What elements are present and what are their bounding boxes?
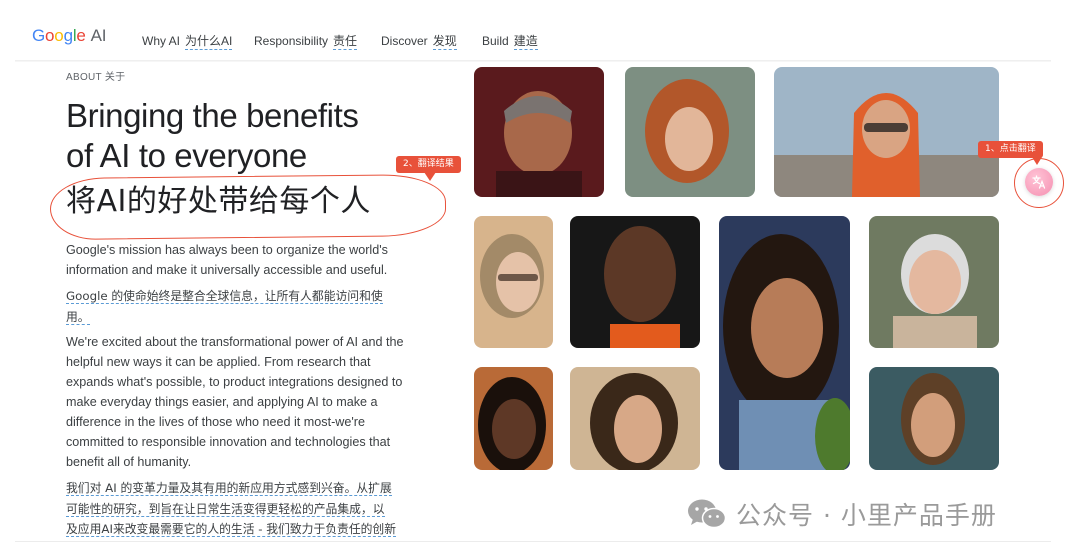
translate-result-tag-pointer <box>424 172 436 181</box>
portrait-photo-red-haired-person <box>625 67 755 197</box>
translate-result-tag: 2、翻译结果 <box>396 156 461 173</box>
nav-item-discover[interactable]: Discover 发现 <box>381 32 457 50</box>
wechat-icon <box>688 499 727 529</box>
ai-excitement-paragraph: We're excited about the transformational… <box>66 335 404 469</box>
mission-paragraph-translation: Google 的使命始终是整合全球信息，让所有人都能访问和使 用。 <box>66 289 383 325</box>
portrait-photo-woman-teal-background <box>869 367 999 470</box>
nav-item-responsibility[interactable]: Responsibility 责任 <box>254 32 358 50</box>
page-title: Bringing the benefits of AI to everyone <box>66 97 359 174</box>
click-translate-tag: 1、点击翻译 <box>978 141 1043 158</box>
portrait-photo-older-woman <box>869 216 999 348</box>
portrait-photo-dark-haired-woman <box>570 367 700 470</box>
portrait-photo-man <box>570 216 700 348</box>
eyebrow-label: ABOUT 关于 <box>66 72 126 83</box>
nav-item-build[interactable]: Build 建造 <box>482 32 538 50</box>
mission-paragraph: Google's mission has always been to orga… <box>66 243 388 277</box>
translate-icon <box>1032 175 1046 189</box>
portrait-photo-elderly-man <box>474 67 604 197</box>
nav-divider <box>15 60 1051 62</box>
highlight-circle-annotation <box>49 173 447 241</box>
watermark: 公众号 · 小里产品手册 <box>686 496 997 532</box>
bottom-divider <box>15 541 1051 542</box>
top-nav: Google AI Why AI 为什么AI Responsibility 责任 Di… <box>0 0 1080 62</box>
portrait-photo-woman-glasses <box>474 216 553 348</box>
google-ai-logo[interactable]: Google AI <box>32 26 107 46</box>
watermark-text: 公众号 · 小里产品手册 <box>736 501 997 530</box>
portrait-photo-young-woman <box>474 367 553 470</box>
nav-item-why-ai[interactable]: Why AI 为什么AI <box>142 32 233 50</box>
ai-excitement-paragraph-translation: 我们对 AI 的变革力量及其有用的新应用方式感到兴奋。从扩展 可能性的研究，到旨… <box>66 481 397 537</box>
translate-button[interactable] <box>1025 168 1053 196</box>
portrait-photo-smiling-woman <box>719 216 850 470</box>
portrait-photo-person-orange-hood <box>774 67 999 197</box>
